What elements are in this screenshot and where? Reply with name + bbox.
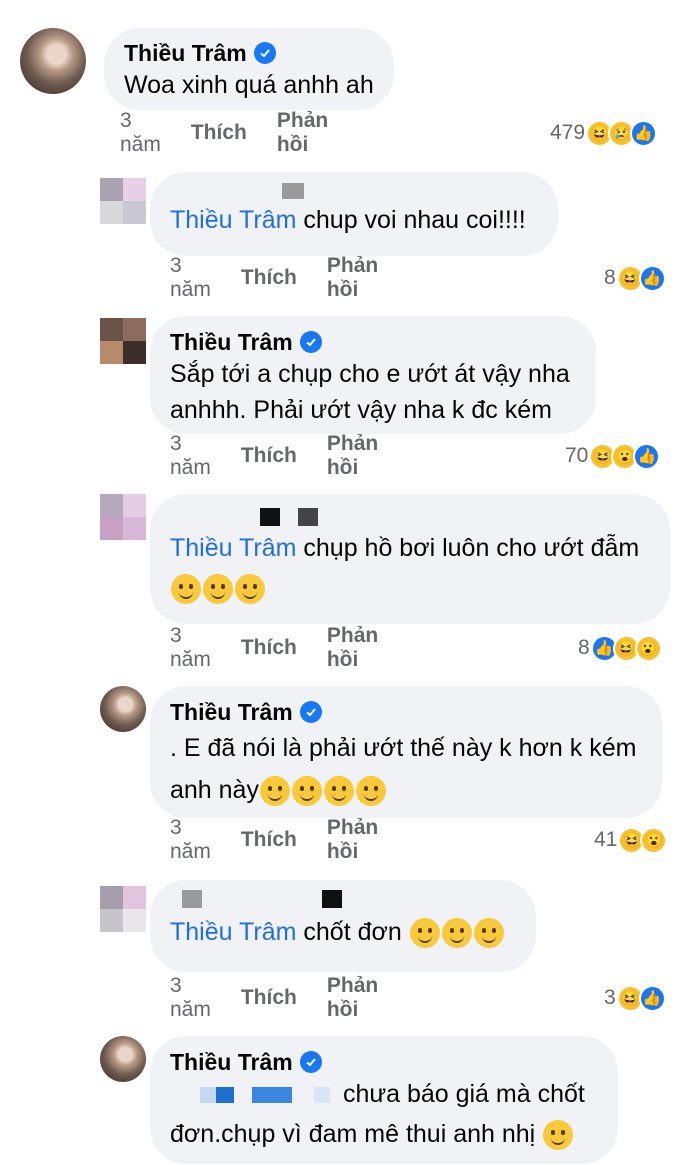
- timestamp[interactable]: 3 năm: [120, 109, 161, 157]
- avatar[interactable]: [100, 178, 146, 224]
- smile-emoji-icon: [171, 574, 201, 605]
- avatar[interactable]: [100, 318, 146, 364]
- reply-button[interactable]: Phản hồi: [327, 624, 378, 672]
- wow-reaction-icon: 😮: [634, 634, 662, 662]
- comment-text: Thiều Trâm chụp hồ bơi luôn cho ướt đẫm: [170, 534, 640, 562]
- comment-bubble: Thiều Trâm chup voi nhau coi!!!!: [150, 172, 558, 256]
- reply-button[interactable]: Phản hồi: [327, 254, 378, 302]
- reaction-summary[interactable]: 70 😆 😮 👍: [565, 440, 661, 472]
- smile-emoji-icon: [203, 574, 233, 605]
- reaction-count: 8: [578, 636, 590, 659]
- reaction-summary[interactable]: 8 😆 👍: [604, 262, 666, 294]
- mention-link[interactable]: Thiều Trâm: [170, 206, 296, 234]
- reaction-count: 41: [594, 828, 618, 851]
- like-button[interactable]: Thích: [241, 266, 297, 290]
- comment-bubble: Thiều Trâm . E đã nói là phải ướt thế nà…: [150, 686, 662, 818]
- emoji-row: [170, 570, 648, 606]
- comment-text-line: anhhh. Phải ướt vậy nha k đc kém: [170, 396, 552, 424]
- comment-text: Thiều Trâm chup voi nhau coi!!!!: [170, 206, 526, 234]
- verified-badge-icon: [299, 331, 322, 353]
- rofl-emoji-icon: [441, 918, 472, 949]
- rofl-emoji-icon: [323, 776, 354, 807]
- timestamp[interactable]: 3 năm: [170, 624, 211, 672]
- mention-link[interactable]: Thiều Trâm: [170, 918, 296, 946]
- like-button[interactable]: Thích: [241, 444, 297, 468]
- redacted-mention: [314, 1087, 330, 1104]
- timestamp[interactable]: 3 năm: [170, 816, 211, 864]
- like-reaction-icon: 👍: [633, 442, 661, 470]
- comment-bubble: Thiều Trâm Woa xinh quá anhh ah: [104, 28, 394, 110]
- avatar[interactable]: [100, 1036, 146, 1082]
- comment-actions: 3 năm Thích Phản hồi: [170, 432, 378, 479]
- like-button[interactable]: Thích: [241, 636, 297, 660]
- avatar[interactable]: [100, 886, 146, 932]
- comment-bubble: Thiều Trâm chưa báo giá mà chốt đơn.chụp…: [150, 1036, 618, 1164]
- commenter-name[interactable]: Thiều Trâm: [170, 698, 640, 726]
- commenter-name[interactable]: Thiều Trâm: [124, 39, 372, 67]
- reaction-summary[interactable]: 3 😆 👍: [604, 982, 666, 1014]
- like-button[interactable]: Thích: [241, 986, 297, 1010]
- rofl-emoji-icon: [473, 918, 504, 949]
- reaction-summary[interactable]: 41 😆 😮: [594, 824, 668, 856]
- like-reaction-icon: 👍: [638, 984, 666, 1012]
- comment-actions: 3 năm Thích Phản hồi: [170, 254, 378, 301]
- reaction-summary[interactable]: 479 😆 😢 👍: [550, 117, 658, 149]
- comment-bubble: Thiều Trâm Sắp tới a chụp cho e ướt át v…: [150, 316, 596, 434]
- comment-actions: 3 năm Thích Phản hồi: [170, 816, 378, 863]
- redacted-mention: [200, 1087, 216, 1104]
- rofl-emoji-icon: [291, 776, 322, 807]
- comment-actions: 3 năm Thích Phản hồi: [170, 624, 378, 671]
- timestamp[interactable]: 3 năm: [170, 974, 211, 1022]
- comment-text-line: . E đã nói là phải ướt thế này k hơn k k…: [170, 734, 637, 762]
- reaction-summary[interactable]: 8 👍 😆 😮: [578, 632, 662, 664]
- comment-text: Thiều Trâm chốt đơn: [170, 914, 514, 950]
- kiss-emoji-icon: [543, 1120, 574, 1151]
- reply-button[interactable]: Phản hồi: [277, 109, 328, 157]
- rofl-emoji-icon: [259, 776, 290, 807]
- redacted-mention: [252, 1087, 292, 1104]
- commenter-name[interactable]: Thiều Trâm: [170, 1048, 596, 1076]
- comment-text-line: anh này: [170, 772, 640, 808]
- rofl-emoji-icon: [355, 776, 386, 807]
- comment-actions: 3 năm Thích Phản hồi: [120, 109, 328, 156]
- comment-text-line: Sắp tới a chụp cho e ướt át vậy nha: [170, 360, 570, 388]
- comment-text-line: chưa báo giá mà chốt: [170, 1076, 596, 1112]
- avatar[interactable]: [100, 494, 146, 540]
- like-reaction-icon: 👍: [638, 264, 666, 292]
- verified-badge-icon: [299, 1051, 322, 1073]
- redacted-name: [260, 508, 280, 526]
- redacted-name: [322, 890, 343, 908]
- redacted-mention: [216, 1087, 234, 1104]
- avatar[interactable]: [20, 28, 86, 94]
- reply-button[interactable]: Phản hồi: [327, 974, 378, 1022]
- reply-button[interactable]: Phản hồi: [327, 432, 378, 480]
- like-button[interactable]: Thích: [241, 828, 297, 852]
- comment-text: Woa xinh quá anhh ah: [124, 71, 374, 99]
- timestamp[interactable]: 3 năm: [170, 432, 211, 480]
- redacted-name: [298, 508, 319, 526]
- verified-badge-icon: [299, 701, 322, 723]
- like-reaction-icon: 👍: [630, 119, 658, 147]
- timestamp[interactable]: 3 năm: [170, 254, 211, 302]
- commenter-name[interactable]: Thiều Trâm: [170, 328, 574, 356]
- comment-bubble: Thiều Trâm chụp hồ bơi luôn cho ướt đẫm: [150, 494, 670, 624]
- avatar[interactable]: [100, 686, 146, 732]
- smile-emoji-icon: [235, 574, 265, 605]
- reaction-count: 70: [565, 444, 589, 467]
- comment-text-line: đơn.chụp vì đam mê thui anh nhị: [170, 1116, 596, 1152]
- reaction-count: 8: [604, 266, 616, 289]
- wow-reaction-icon: 😮: [640, 826, 668, 854]
- reaction-count: 479: [550, 121, 586, 144]
- comment-bubble: Thiều Trâm chốt đơn: [150, 880, 536, 972]
- reply-button[interactable]: Phản hồi: [327, 816, 378, 864]
- redacted-name: [182, 890, 202, 908]
- verified-badge-icon: [253, 42, 276, 64]
- like-button[interactable]: Thích: [191, 121, 247, 145]
- comment-actions: 3 năm Thích Phản hồi: [170, 974, 378, 1021]
- reaction-count: 3: [604, 986, 616, 1009]
- mention-link[interactable]: Thiều Trâm: [170, 534, 296, 562]
- rofl-emoji-icon: [409, 918, 440, 949]
- redacted-name: [282, 182, 304, 199]
